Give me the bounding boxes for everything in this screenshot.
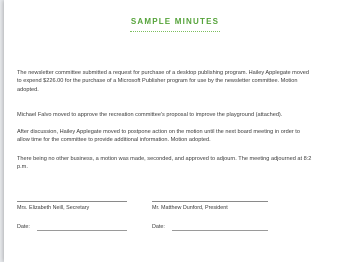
president-signature-line: [152, 201, 268, 202]
paragraph-line: adopted.: [17, 86, 39, 93]
paragraph-postpone-motion: After discussion, Hailey Applegate moved…: [17, 128, 300, 145]
paragraph-line: The newsletter committee submitted a req…: [17, 70, 309, 76]
paragraph-line: to expend $226.00 for the purchase of a …: [17, 78, 298, 85]
paragraph-publishing-program: The newsletter committee submitted a req…: [17, 69, 309, 94]
paragraph-line: There being no other business, a motion …: [17, 156, 312, 162]
paragraph-playground-proposal: Michael Falvo moved to approve the recre…: [17, 111, 282, 119]
paragraph-line: After discussion, Hailey Applegate moved…: [17, 129, 300, 135]
document-page: SAMPLE MINUTES The newsletter committee …: [4, 0, 346, 262]
secretary-signature-line: [17, 201, 127, 202]
secretary-name: Mrs. Elizabeth Neill, Secretary: [17, 205, 90, 211]
paragraph-line: Michael Falvo moved to approve the recre…: [17, 112, 283, 118]
paragraph-line: p.m.: [17, 164, 28, 171]
document-title: SAMPLE MINUTES: [130, 17, 220, 26]
president-name: Mr. Matthew Dunford, President: [152, 205, 228, 211]
title-underline: [130, 31, 220, 32]
paragraph-adjournment: There being no other business, a motion …: [17, 155, 311, 172]
president-date-label: Date:: [152, 224, 165, 230]
secretary-date-label: Date:: [17, 224, 30, 230]
secretary-date-blank: [37, 230, 127, 231]
president-date-blank: [172, 230, 268, 231]
paragraph-line: allow time for the committee to provide …: [17, 137, 211, 144]
